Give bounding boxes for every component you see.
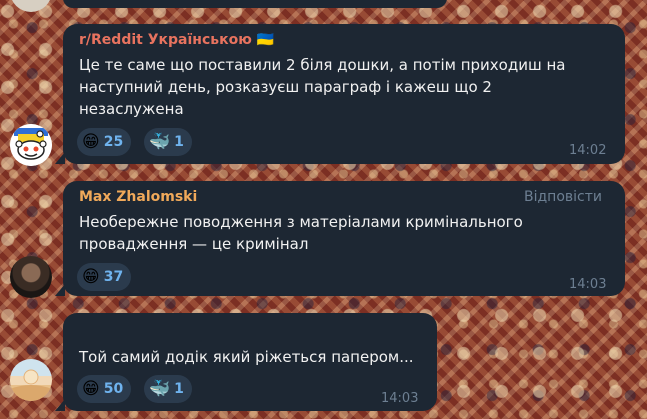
message-line: Той самий додік який ріжеться папером...: [79, 348, 414, 366]
reaction-grin[interactable]: 😁 37: [77, 263, 132, 291]
avatar-max[interactable]: [10, 256, 52, 298]
reddit-ukraine-icon: [10, 124, 52, 166]
message-time: 14:03: [381, 391, 419, 406]
reaction-count: 1: [174, 134, 184, 150]
reaction-count: 37: [103, 269, 124, 285]
avatar-reddit[interactable]: [10, 124, 52, 166]
reaction-grin[interactable]: 😁 25: [77, 128, 132, 156]
reaction-count: 25: [103, 134, 124, 150]
grin-emoji-icon: 😁: [82, 132, 100, 152]
reaction-count: 50: [103, 381, 124, 397]
reaction-whale[interactable]: 🐳 1: [144, 128, 192, 156]
message-line: наступний день, розказуєш параграф і каж…: [79, 78, 492, 96]
ukraine-flag-icon: 🇺🇦: [256, 32, 275, 48]
sender-name-text[interactable]: r/Reddit Українською: [79, 32, 252, 48]
whale-emoji-icon: 🐳: [149, 132, 171, 152]
bubble-tail: [55, 152, 65, 164]
sender-name-max[interactable]: Max Zhalomski: [79, 189, 197, 205]
grin-emoji-icon: 😁: [82, 379, 100, 399]
message-line: Необережне поводження з матеріалами крим…: [79, 213, 523, 231]
reaction-count: 1: [174, 381, 184, 397]
message-text-max: Необережне поводження з матеріалами крим…: [79, 211, 523, 255]
message-time: 14:03: [569, 277, 607, 292]
sun-landscape-icon: [10, 369, 52, 401]
message-time: 14:02: [569, 143, 607, 158]
bubble-tail: [55, 399, 65, 411]
message-line: Це те саме що поставили 2 біля дошки, а …: [79, 56, 566, 74]
previous-avatar: [10, 0, 52, 12]
sender-name-reddit[interactable]: r/Reddit Українською 🇺🇦: [79, 32, 274, 48]
reply-button[interactable]: Відповісти: [524, 189, 602, 205]
avatar-third[interactable]: [10, 359, 52, 401]
message-line: незаслужена: [79, 100, 184, 118]
bubble-tail: [55, 284, 65, 296]
previous-message-bubble: [63, 0, 447, 8]
reaction-whale[interactable]: 🐳 1: [144, 375, 192, 403]
whale-emoji-icon: 🐳: [149, 379, 171, 399]
message-text-reddit: Це те саме що поставили 2 біля дошки, а …: [79, 54, 565, 120]
reaction-grin[interactable]: 😁 50: [77, 375, 132, 403]
grin-emoji-icon: 😁: [82, 267, 100, 287]
message-text-third: Той самий додік який ріжеться папером...: [79, 346, 414, 368]
message-line: провадження — це кримінал: [79, 235, 309, 253]
